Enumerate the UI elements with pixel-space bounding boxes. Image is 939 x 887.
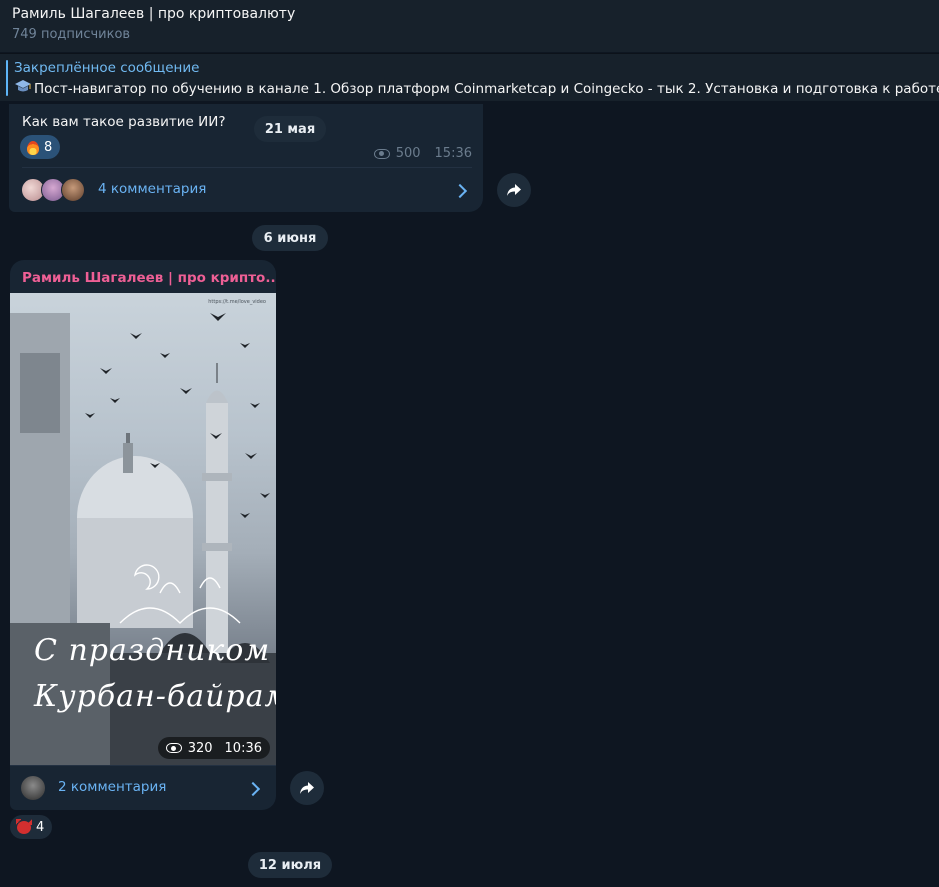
graduation-cap-icon — [14, 79, 34, 97]
comments-label: 2 комментария — [58, 779, 167, 795]
reaction-chip[interactable]: 8 — [20, 135, 61, 159]
comments-button[interactable]: 2 комментария — [10, 766, 276, 810]
channel-title: Рамиль Шагалеев | про криптовалюту — [12, 6, 296, 22]
date-chip: 6 июня — [252, 225, 328, 251]
pinned-text-row: Пост-навигатор по обучению в канале 1. О… — [14, 79, 939, 97]
pinned-text: Пост-навигатор по обучению в канале 1. О… — [34, 81, 939, 97]
message-text: Как вам такое развитие ИИ? — [22, 114, 226, 130]
view-count: 500 — [395, 146, 421, 161]
view-count: 320 — [187, 740, 213, 756]
pinned-title: Закреплённое сообщение — [14, 60, 200, 76]
reaction-count: 8 — [44, 139, 53, 155]
greeting-line-2: Курбан-байрам — [34, 679, 276, 714]
greeting-line-1: С праздником — [34, 633, 271, 668]
photo-watermark: https://t.me/love_video — [208, 299, 266, 305]
eye-icon — [373, 148, 390, 159]
eye-icon — [165, 743, 182, 753]
date-chip: 12 июля — [248, 852, 332, 878]
chat-header[interactable]: Рамиль Шагалеев | про криптовалюту 749 п… — [0, 0, 939, 52]
share-icon — [507, 184, 521, 196]
devil-icon — [16, 819, 32, 835]
message-photo[interactable]: https://t.me/love_video С праздником Кур… — [10, 293, 276, 765]
date-chip: 21 мая — [254, 116, 326, 142]
message-author[interactable]: Рамиль Шагалеев | про крипто... — [22, 270, 276, 286]
message-bubble[interactable]: Как вам такое развитие ИИ? 8 500 15:36 4… — [9, 104, 483, 212]
pinned-indicator — [6, 60, 8, 96]
chevron-right-icon — [244, 778, 264, 798]
comments-label: 4 комментария — [98, 181, 207, 197]
comments-button[interactable]: 4 комментария — [9, 168, 483, 212]
fire-icon — [26, 139, 40, 155]
avatar — [61, 178, 85, 202]
reaction-chip[interactable]: 4 — [10, 815, 53, 839]
subscriber-count: 749 подписчиков — [12, 27, 131, 42]
share-button[interactable] — [497, 173, 531, 207]
share-button[interactable] — [290, 771, 324, 805]
message-meta: 500 15:36 — [373, 146, 472, 161]
commenter-avatars — [21, 178, 91, 202]
pinned-message-bar[interactable]: Закреплённое сообщение Пост-навигатор по… — [0, 53, 939, 101]
reaction-count: 4 — [36, 819, 45, 835]
share-icon — [300, 782, 314, 794]
message-time: 15:36 — [434, 146, 472, 161]
chevron-right-icon — [451, 180, 471, 200]
photo-meta: 320 10:36 — [157, 737, 270, 759]
avatar — [21, 776, 45, 800]
message-bubble[interactable]: Рамиль Шагалеев | про крипто... https://… — [10, 260, 276, 810]
message-time: 10:36 — [224, 740, 262, 756]
